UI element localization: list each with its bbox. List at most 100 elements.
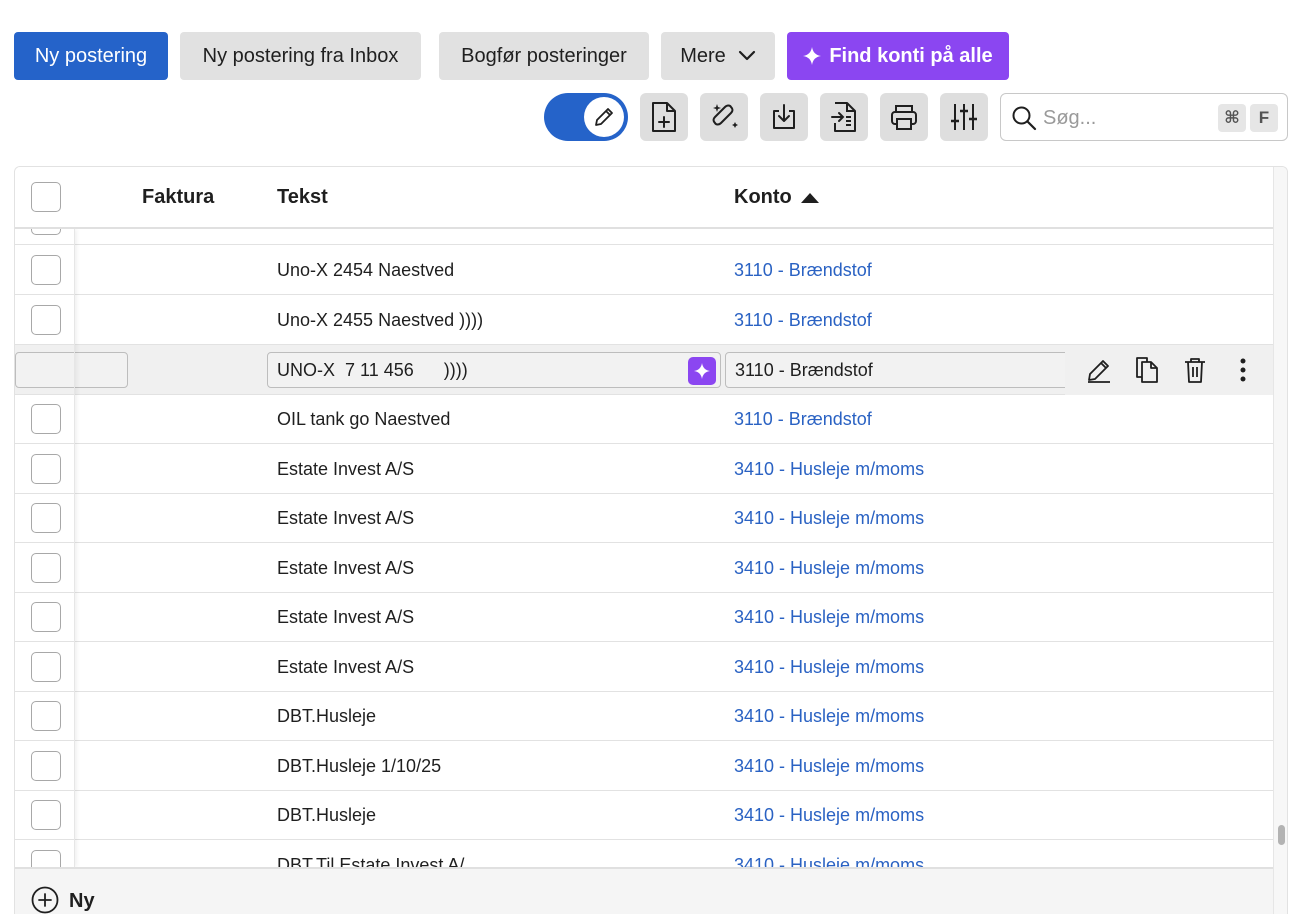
row-konto-link[interactable]: 3110 - Brændstof — [734, 310, 872, 331]
row-konto-link[interactable]: 3410 - Husleje m/moms — [734, 805, 924, 826]
file-plus-icon — [652, 102, 676, 132]
row-checkbox[interactable] — [31, 255, 61, 285]
paperclip-sparkle-icon — [712, 104, 738, 128]
row-checkbox[interactable] — [31, 404, 61, 434]
edit-row-button[interactable] — [1085, 356, 1113, 384]
select-all-checkbox[interactable] — [31, 182, 61, 212]
pencil-icon — [1088, 360, 1110, 383]
table-body: Uno-X 2454 Naestved 3110 - Brændstof Uno… — [15, 229, 1273, 867]
table-row[interactable]: Estate Invest A/S 3410 - Husleje m/moms — [15, 543, 1273, 593]
row-konto-link[interactable]: 3410 - Husleje m/moms — [734, 657, 924, 678]
new-document-button[interactable] — [640, 93, 688, 141]
table-row-editing[interactable]: UNO-X 7 11 456 )))) 3110 - Brændstof — [15, 345, 1273, 395]
faktura-input[interactable] — [15, 352, 128, 388]
tekst-input[interactable]: UNO-X 7 11 456 )))) — [267, 352, 721, 388]
plus-circle-icon — [31, 886, 59, 914]
download-button[interactable] — [760, 93, 808, 141]
row-konto-link[interactable]: 3410 - Husleje m/moms — [734, 558, 924, 579]
sort-ascending-icon — [800, 192, 819, 203]
row-konto-link[interactable]: 3410 - Husleje m/moms — [734, 459, 924, 480]
column-header-faktura[interactable]: Faktura — [142, 186, 214, 209]
row-checkbox[interactable] — [31, 454, 61, 484]
import-file-button[interactable] — [820, 93, 868, 141]
scrollbar-thumb[interactable] — [1278, 825, 1285, 845]
row-checkbox[interactable] — [31, 503, 61, 533]
row-actions — [1065, 345, 1273, 395]
row-checkbox[interactable] — [31, 305, 61, 335]
row-tekst: Uno-X 2455 Naestved )))) — [277, 310, 484, 330]
row-konto-link[interactable]: 3410 - Husleje m/moms — [734, 508, 924, 529]
row-tekst: OIL tank go Naestved — [277, 409, 451, 429]
row-checkbox[interactable] — [31, 800, 61, 830]
table-row[interactable]: Estate Invest A/S 3410 - Husleje m/moms — [15, 493, 1273, 543]
sliders-icon — [951, 104, 977, 130]
row-tekst: DBT.Husleje — [277, 805, 377, 825]
row-tekst: Uno-X 2454 Naestved — [277, 260, 455, 280]
search-icon — [1012, 106, 1037, 131]
more-vertical-icon — [1240, 358, 1246, 382]
add-row-button[interactable] — [31, 886, 59, 914]
delete-row-button[interactable] — [1181, 356, 1209, 384]
vertical-scrollbar[interactable] — [1273, 167, 1287, 914]
row-tekst: Estate Invest A/S — [277, 508, 415, 528]
row-tekst: DBT.Husleje 1/10/25 — [277, 756, 442, 776]
table-row[interactable]: DBT.Husleje 3410 - Husleje m/moms — [15, 790, 1273, 840]
row-tekst: Estate Invest A/S — [277, 558, 415, 578]
row-checkbox[interactable] — [31, 652, 61, 682]
ai-suggest-button[interactable] — [688, 357, 716, 385]
konto-header-label: Konto — [734, 186, 792, 208]
table-row[interactable]: Estate Invest A/S 3410 - Husleje m/moms — [15, 592, 1273, 642]
copy-icon — [1136, 357, 1158, 383]
row-checkbox[interactable] — [31, 553, 61, 583]
duplicate-row-button[interactable] — [1133, 356, 1161, 384]
attach-ai-button[interactable] — [700, 93, 748, 141]
printer-icon — [891, 105, 917, 130]
row-checkbox[interactable] — [31, 850, 61, 867]
konto-input-value: 3110 - Brændstof — [735, 360, 873, 380]
konto-input[interactable]: 3110 - Brændstof — [725, 352, 1085, 388]
edit-mode-toggle[interactable] — [544, 93, 628, 141]
table-row[interactable]: Estate Invest A/S 3410 - Husleje m/moms — [15, 444, 1273, 494]
column-header-konto[interactable]: Konto — [734, 186, 820, 209]
row-konto-link[interactable]: 3410 - Husleje m/moms — [734, 706, 924, 727]
row-konto-link[interactable]: 3410 - Husleje m/moms — [734, 756, 924, 777]
tekst-input-value: UNO-X 7 11 456 )))) — [277, 360, 468, 380]
find-accounts-all-button[interactable]: Find konti på alle — [787, 32, 1009, 80]
row-tekst: Estate Invest A/S — [277, 657, 415, 677]
table-row[interactable] — [15, 229, 1273, 245]
row-tekst: Estate Invest A/S — [277, 459, 415, 479]
table-row[interactable]: Uno-X 2454 Naestved 3110 - Brændstof — [15, 245, 1273, 295]
table-header: Faktura Tekst Konto — [15, 167, 1273, 229]
table-row[interactable]: DBT.Husleje 1/10/25 3410 - Husleje m/mom… — [15, 741, 1273, 791]
search-input[interactable]: Søg... ⌘ F — [1000, 93, 1288, 141]
row-checkbox[interactable] — [31, 751, 61, 781]
row-konto-link[interactable]: 3410 - Husleje m/moms — [734, 607, 924, 628]
table-row[interactable]: OIL tank go Naestved 3110 - Brændstof — [15, 394, 1273, 444]
row-checkbox[interactable] — [31, 229, 61, 235]
new-posting-button[interactable]: Ny postering — [14, 32, 168, 80]
row-konto-link[interactable]: 3110 - Brændstof — [734, 409, 872, 430]
more-menu-button[interactable]: Mere — [661, 32, 775, 80]
row-tekst: DBT.Husleje — [277, 706, 377, 726]
shortcut-f-key: F — [1250, 104, 1278, 132]
row-konto-link[interactable]: 3410 - Husleje m/moms — [734, 855, 924, 867]
download-icon — [773, 104, 795, 129]
sparkle-icon — [803, 47, 822, 65]
row-checkbox[interactable] — [31, 602, 61, 632]
table-row[interactable]: Estate Invest A/S 3410 - Husleje m/moms — [15, 642, 1273, 692]
row-konto-link[interactable]: 3110 - Brændstof — [734, 260, 872, 281]
add-row-label[interactable]: Ny — [69, 890, 95, 913]
new-posting-from-inbox-button[interactable]: Ny postering fra Inbox — [180, 32, 421, 80]
more-label: Mere — [680, 44, 726, 67]
column-header-tekst[interactable]: Tekst — [277, 186, 328, 209]
table-row[interactable]: DBT.Husleje 3410 - Husleje m/moms — [15, 691, 1273, 741]
print-button[interactable] — [880, 93, 928, 141]
row-more-button[interactable] — [1229, 356, 1257, 384]
search-placeholder: Søg... — [1043, 107, 1097, 129]
table-row[interactable]: Uno-X 2455 Naestved )))) 3110 - Brændsto… — [15, 295, 1273, 345]
table-row[interactable]: DBT.Til Estate Invest A/ 3410 - Husleje … — [15, 840, 1273, 867]
row-checkbox[interactable] — [31, 701, 61, 731]
book-postings-button[interactable]: Bogfør posteringer — [439, 32, 649, 80]
shortcut-command-key: ⌘ — [1218, 104, 1246, 132]
column-settings-button[interactable] — [940, 93, 988, 141]
